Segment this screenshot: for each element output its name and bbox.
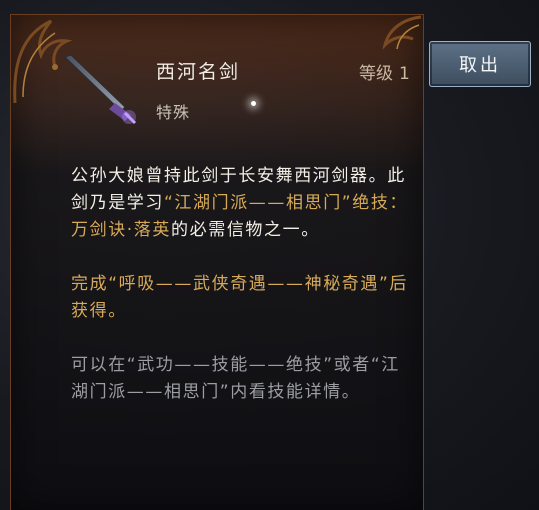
description-hint: 看技能详情。	[248, 382, 361, 402]
item-level: 等级 1	[359, 59, 410, 84]
game-screen: 西河名剑 特殊 等级 1 公孙大娘曾持此剑于长安舞西河剑器。此剑乃是学习“江湖门派…	[0, 0, 539, 510]
description-paragraph-1: 公孙大娘曾持此剑于长安舞西河剑器。此剑乃是学习“江湖门派——相思门”绝技：万剑诀…	[71, 163, 416, 244]
item-name: 西河名剑	[156, 61, 241, 83]
description-text: 的必需信物之一。	[171, 220, 320, 240]
item-type: 特殊	[156, 103, 191, 122]
level-label: 等级	[359, 64, 393, 84]
description-paragraph-3: 可以在“武功——技能——绝技”或者“江湖门派——相思门”内看技能详情。	[71, 352, 416, 406]
sparkle-icon	[251, 101, 256, 106]
item-description: 公孙大娘曾持此剑于长安舞西河剑器。此剑乃是学习“江湖门派——相思门”绝技：万剑诀…	[71, 163, 416, 433]
item-tooltip-panel: 西河名剑 特殊 等级 1 公孙大娘曾持此剑于长安舞西河剑器。此剑乃是学习“江湖门派…	[10, 14, 424, 510]
take-out-button[interactable]: 取出	[429, 41, 531, 87]
description-paragraph-2: 完成“呼吸——武侠奇遇——神秘奇遇”后获得。	[71, 271, 416, 325]
level-value: 1	[399, 64, 410, 84]
sword-icon	[64, 54, 137, 125]
description-highlight: 完成“呼吸——武侠奇遇——神秘奇遇”后获得。	[71, 274, 409, 321]
